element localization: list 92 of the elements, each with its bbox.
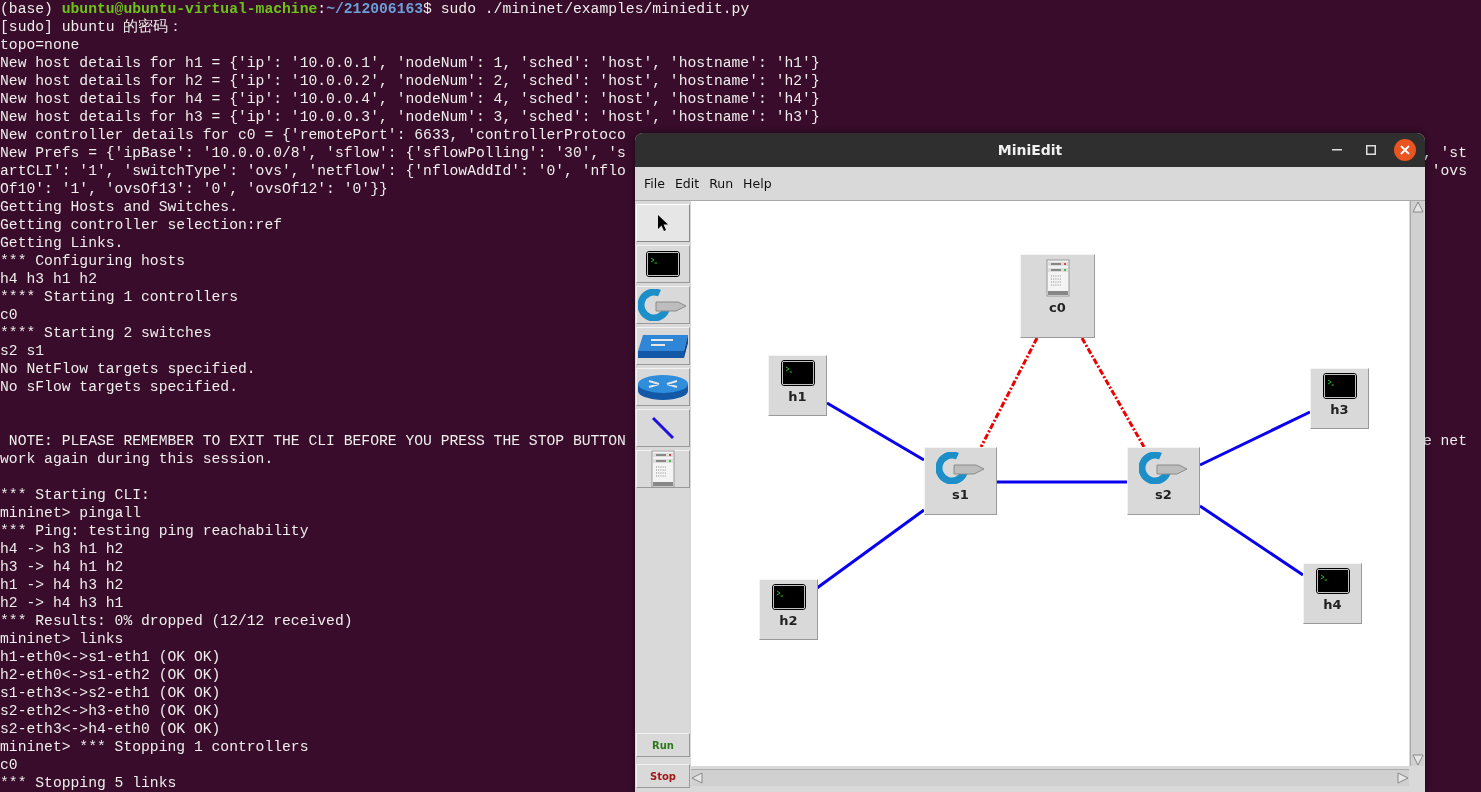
terminal-icon xyxy=(1322,373,1357,399)
terminal-line: *** Configuring hosts xyxy=(0,252,186,270)
terminal-line: mininet> pingall xyxy=(0,504,142,522)
terminal-line: New host details for h2 = {'ip': '10.0.0.2', 'nodeNum': 2, 'sched': 'host', 'hostname': 'h2'} xyxy=(0,72,820,90)
run-button[interactable]: Run xyxy=(636,733,690,757)
close-button[interactable] xyxy=(1393,138,1417,162)
maximize-icon xyxy=(1366,145,1376,155)
link-line[interactable] xyxy=(1199,504,1304,577)
prompt-line: (base) ubuntu@ubuntu-virtual-machine:~/212006163$ sudo ./mininet/examples/miniedit.py xyxy=(0,0,751,18)
terminal-line: c0 xyxy=(0,306,18,324)
menu-item[interactable]: Run xyxy=(704,174,739,193)
link-line[interactable] xyxy=(816,508,925,590)
scroll-left-icon xyxy=(691,772,703,784)
switch-tool-button[interactable] xyxy=(636,286,690,324)
terminal-line: **** Starting 2 switches xyxy=(0,324,212,342)
terminal-line: s2-eth2<->h3-eth0 (OK OK) xyxy=(0,702,221,720)
terminal-icon xyxy=(771,584,806,610)
terminal-line: New host details for h3 = {'ip': '10.0.0.3', 'nodeNum': 3, 'sched': 'host', 'hostname': 'h3'} xyxy=(0,108,820,126)
menu-item[interactable]: Edit xyxy=(669,174,705,193)
terminal-line: New host details for h4 = {'ip': '10.0.0.4', 'nodeNum': 4, 'sched': 'host', 'hostname': 'h4'} xyxy=(0,90,820,108)
terminal-line: New controller details for c0 = {'remotePort': 6633, 'controllerProtoco xyxy=(0,126,626,144)
terminal-line: *** Starting CLI: xyxy=(0,486,150,504)
terminal-line: s2 s1 xyxy=(0,342,45,360)
terminal-line: h4 -> h3 h1 h2 xyxy=(0,540,124,558)
router-tool-button[interactable] xyxy=(636,368,690,406)
legacy-switch-icon xyxy=(637,333,689,359)
terminal-line: New host details for h1 = {'ip': '10.0.0.1', 'nodeNum': 1, 'sched': 'host', 'hostname': 'h1'} xyxy=(0,54,820,72)
terminal-line: Getting Hosts and Switches. xyxy=(0,198,238,216)
terminal-line: 'ovs xyxy=(1431,162,1468,180)
pointer-icon xyxy=(657,214,669,232)
select-tool-button[interactable] xyxy=(636,204,690,242)
terminal-line: No NetFlow targets specified. xyxy=(0,360,256,378)
terminal-line: s2-eth3<->h4-eth0 (OK OK) xyxy=(0,720,221,738)
server-icon xyxy=(651,450,675,488)
host-node[interactable]: h1 xyxy=(768,355,827,416)
terminal-line: work again during this session. xyxy=(0,450,274,468)
menu-item[interactable]: File xyxy=(639,174,670,193)
terminal-line: h3 -> h4 h1 h2 xyxy=(0,558,124,576)
terminal-line: topo=none xyxy=(0,36,80,54)
server-icon xyxy=(1045,259,1070,297)
terminal-line: artCLI': '1', 'switchType': 'ovs', 'netflow': {'nflowAddId': '0', 'nflo xyxy=(0,162,626,180)
terminal-line: *** Results: 0% dropped (12/12 received) xyxy=(0,612,353,630)
router-icon xyxy=(637,373,689,401)
terminal-icon xyxy=(1315,568,1350,594)
host-node[interactable]: h4 xyxy=(1303,563,1362,624)
terminal-line: No sFlow targets specified. xyxy=(0,378,238,396)
menu-item[interactable]: Help xyxy=(738,174,777,193)
terminal-icon xyxy=(646,251,680,277)
terminal-line: , 'st xyxy=(1422,144,1468,162)
control-link-line[interactable] xyxy=(979,337,1039,448)
terminal-line: *** Ping: testing ping reachability xyxy=(0,522,309,540)
terminal-line: mininet> *** Stopping 1 controllers xyxy=(0,738,309,756)
link-tool-button[interactable] xyxy=(636,409,690,447)
terminal-line: *** Stopping 5 links xyxy=(0,774,177,792)
terminal-line: mininet> links xyxy=(0,630,124,648)
minimize-icon xyxy=(1332,149,1342,151)
link-tool-icon xyxy=(651,416,675,440)
switch-icon xyxy=(1138,452,1189,484)
terminal-line: Getting controller selection:ref xyxy=(0,216,283,234)
terminal-line: h1 -> h4 h3 h2 xyxy=(0,576,124,594)
switch-icon xyxy=(638,289,688,321)
terminal-line: c0 xyxy=(0,756,18,774)
terminal-line: Getting Links. xyxy=(0,234,124,252)
scroll-down-icon xyxy=(1411,754,1424,766)
terminal-line: h2 -> h4 h3 h1 xyxy=(0,594,124,612)
terminal-line: [sudo] ubuntu 的密码： xyxy=(0,18,184,36)
vertical-scrollbar[interactable] xyxy=(1410,201,1424,766)
control-link-line[interactable] xyxy=(1080,337,1146,448)
switch-node[interactable]: s1 xyxy=(924,447,997,515)
terminal-line: s1-eth3<->s2-eth1 (OK OK) xyxy=(0,684,221,702)
terminal-line: **** Starting 1 controllers xyxy=(0,288,238,306)
host-node[interactable]: h3 xyxy=(1310,368,1369,429)
terminal-icon xyxy=(780,360,815,386)
terminal-line: NOTE: PLEASE REMEMBER TO EXIT THE CLI BEFORE YOU PRESS THE STOP BUTTON xyxy=(7,432,626,450)
stop-button[interactable]: Stop xyxy=(636,764,690,788)
terminal-line: New Prefs = {'ipBase': '10.0.0.0/8', 'sflow': {'sflowPolling': '30', 's xyxy=(0,144,626,162)
window-title: MiniEdit xyxy=(997,142,1063,158)
legacy-switch-tool-button[interactable] xyxy=(636,327,690,365)
terminal-line: h1-eth0<->s1-eth1 (OK OK) xyxy=(0,648,221,666)
terminal-line: h4 h3 h1 h2 xyxy=(0,270,97,288)
scroll-right-icon xyxy=(1397,772,1409,784)
close-icon xyxy=(1394,139,1416,161)
terminal-line: h2-eth0<->s1-eth2 (OK OK) xyxy=(0,666,221,684)
terminal-line: Of10': '1', 'ovsOf13': '0', 'ovsOf12': '0'}} xyxy=(0,180,388,198)
controller-node[interactable]: c0 xyxy=(1020,254,1095,338)
switch-icon xyxy=(935,452,986,484)
link-line[interactable] xyxy=(1199,410,1311,467)
host-tool-button[interactable] xyxy=(636,245,690,283)
host-node[interactable]: h2 xyxy=(759,579,818,640)
link-line[interactable] xyxy=(826,401,925,462)
switch-node[interactable]: s2 xyxy=(1127,447,1200,515)
horizontal-scrollbar[interactable] xyxy=(691,769,1409,786)
